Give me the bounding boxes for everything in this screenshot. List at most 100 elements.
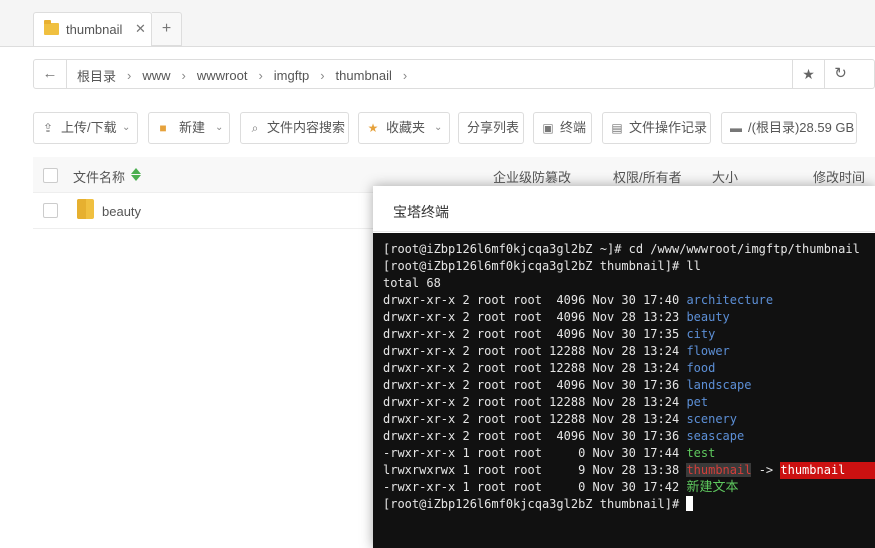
terminal-listing-line: drwxr-xr-x 2 root root 12288 Nov 28 13:2… (383, 411, 875, 428)
terminal-listing-line: drwxr-xr-x 2 root root 12288 Nov 28 13:2… (383, 343, 875, 360)
terminal-listing-line: drwxr-xr-x 2 root root 4096 Nov 30 17:36… (383, 428, 875, 445)
entry-name: thumbnail (686, 463, 752, 477)
terminal-listing-line: drwxr-xr-x 2 root root 12288 Nov 28 13:2… (383, 394, 875, 411)
entry-meta: drwxr-xr-x 2 root root 4096 Nov 30 17:40 (383, 293, 687, 307)
crumb-imgftp[interactable]: imgftp (274, 68, 309, 83)
terminal-dialog: 宝塔终端 [root@iZbp126l6mf0kjcqa3gl2bZ ~]# c… (373, 186, 875, 548)
upload-icon: ⇪ (42, 121, 54, 135)
search-content-label: 文件内容搜索 (267, 120, 346, 135)
header-mtime[interactable]: 修改时间 (813, 167, 865, 186)
row-checkbox[interactable] (43, 203, 58, 218)
terminal-icon: ▣ (542, 121, 554, 135)
crumb-www[interactable]: www (142, 68, 170, 83)
disk-label: /(根目录)28.59 GB (748, 120, 855, 135)
address-bar: ← 根目录 › www › wwwroot › imgftp › thumbna… (33, 59, 875, 89)
select-all-checkbox[interactable] (43, 168, 58, 183)
terminal-listing-line: -rwxr-xr-x 1 root root 0 Nov 30 17:44 te… (383, 445, 875, 462)
terminal-line: total 68 (383, 276, 441, 290)
entry-meta: lrwxrwxrwx 1 root root 9 Nov 28 13:38 (383, 463, 687, 477)
back-button[interactable]: ← (34, 60, 67, 88)
operation-log-label: 文件操作记录 (629, 120, 708, 135)
new-label: 新建 (179, 120, 206, 135)
upload-download-button[interactable]: ⇪ 上传/下载 ⌄ (33, 112, 138, 144)
refresh-icon: ↻ (834, 65, 847, 82)
entry-meta: drwxr-xr-x 2 root root 4096 Nov 30 17:36 (383, 429, 687, 443)
disk-button[interactable]: ▬ /(根目录)28.59 GB (721, 112, 857, 144)
terminal-listing-line: drwxr-xr-x 2 root root 4096 Nov 30 17:35… (383, 326, 875, 343)
entry-meta: drwxr-xr-x 2 root root 12288 Nov 28 13:2… (383, 361, 687, 375)
terminal-line: [root@iZbp126l6mf0kjcqa3gl2bZ ~]# cd /ww… (383, 242, 860, 256)
chevron-right-icon: › (402, 68, 408, 83)
terminal-listing-line: drwxr-xr-x 2 root root 4096 Nov 28 13:23… (383, 309, 875, 326)
terminal-output[interactable]: [root@iZbp126l6mf0kjcqa3gl2bZ ~]# cd /ww… (373, 233, 875, 548)
tab-strip: thumbnail ✕ + (0, 0, 875, 46)
header-size[interactable]: 大小 (712, 167, 738, 186)
disk-icon: ▬ (730, 121, 742, 135)
entry-meta: -rwxr-xr-x 1 root root 0 Nov 30 17:44 (383, 446, 687, 460)
entry-meta: -rwxr-xr-x 1 root root 0 Nov 30 17:42 (383, 480, 687, 494)
entry-name: pet (686, 395, 709, 409)
crumb-wwwroot[interactable]: wwwroot (197, 68, 248, 83)
entry-name: food (686, 361, 716, 375)
entry-meta: drwxr-xr-x 2 root root 4096 Nov 30 17:36 (383, 378, 687, 392)
share-list-label: 分享列表 (467, 120, 520, 135)
link-arrow: -> (751, 463, 781, 477)
terminal-listing-line: drwxr-xr-x 2 root root 4096 Nov 30 17:40… (383, 292, 875, 309)
add-tab-button[interactable]: + (152, 12, 182, 46)
terminal-prompt-line: [root@iZbp126l6mf0kjcqa3gl2bZ thumbnail]… (383, 496, 875, 513)
sort-icon[interactable] (131, 168, 141, 182)
entry-name: test (686, 446, 716, 460)
terminal-cursor (686, 496, 694, 511)
chevron-down-icon: ⌄ (215, 122, 224, 133)
terminal-button[interactable]: ▣ 终端 (533, 112, 592, 144)
tab-title: thumbnail (66, 22, 123, 37)
chevron-right-icon: › (181, 68, 186, 83)
tab-thumbnail[interactable]: thumbnail ✕ (33, 12, 152, 46)
log-icon: ▤ (611, 121, 623, 135)
refresh-button[interactable]: ↻ (824, 60, 856, 88)
terminal-listing-line: drwxr-xr-x 2 root root 12288 Nov 28 13:2… (383, 360, 875, 377)
star-icon: ★ (802, 66, 815, 82)
terminal-prompt: [root@iZbp126l6mf0kjcqa3gl2bZ thumbnail]… (383, 497, 687, 511)
entry-name: 新建文本 (686, 480, 739, 495)
search-content-button[interactable]: ⌕ 文件内容搜索 (240, 112, 349, 144)
header-permission[interactable]: 权限/所有者 (613, 167, 682, 186)
header-protect: 企业级防篡改 (493, 170, 572, 185)
terminal-listing-line: -rwxr-xr-x 1 root root 0 Nov 30 17:42 新建… (383, 479, 875, 496)
chevron-right-icon: › (258, 68, 263, 83)
toolbar: ⇪ 上传/下载 ⌄ ■ 新建 ⌄ ⌕ 文件内容搜索 ★ 收藏夹 ⌄ 分享列表 ▣… (33, 112, 875, 144)
star-icon: ★ (367, 121, 379, 135)
crumb-thumbnail[interactable]: thumbnail (336, 68, 392, 83)
terminal-line: [root@iZbp126l6mf0kjcqa3gl2bZ thumbnail]… (383, 259, 701, 273)
file-name[interactable]: beauty (102, 204, 141, 219)
crumb-root[interactable]: 根目录 (77, 66, 116, 85)
entry-name: city (686, 327, 716, 341)
link-target: thumbnail (780, 462, 875, 479)
entry-meta: drwxr-xr-x 2 root root 12288 Nov 28 13:2… (383, 412, 687, 426)
breadcrumb: 根目录 › www › wwwroot › imgftp › thumbnail… (77, 66, 418, 85)
entry-meta: drwxr-xr-x 2 root root 4096 Nov 28 13:23 (383, 310, 687, 324)
entry-name: architecture (686, 293, 774, 307)
favorite-button[interactable]: ★ (792, 60, 824, 88)
upload-download-label: 上传/下载 (61, 120, 117, 135)
entry-meta: drwxr-xr-x 2 root root 4096 Nov 30 17:35 (383, 327, 687, 341)
entry-name: scenery (686, 412, 738, 426)
terminal-listing-line: drwxr-xr-x 2 root root 4096 Nov 30 17:36… (383, 377, 875, 394)
entry-name: beauty (686, 310, 730, 324)
new-button[interactable]: ■ 新建 ⌄ (148, 112, 230, 144)
folder-icon (44, 20, 59, 35)
header-name[interactable]: 文件名称 (73, 167, 125, 186)
dialog-title: 宝塔终端 (393, 204, 449, 220)
arrow-left-icon: ← (42, 65, 58, 82)
folder-icon (77, 199, 94, 219)
share-list-button[interactable]: 分享列表 (458, 112, 524, 144)
dialog-header[interactable]: 宝塔终端 (373, 186, 875, 232)
entry-meta: drwxr-xr-x 2 root root 12288 Nov 28 13:2… (383, 395, 687, 409)
close-tab-icon[interactable]: ✕ (135, 21, 146, 37)
listing-entries: drwxr-xr-x 2 root root 4096 Nov 30 17:40… (383, 292, 875, 496)
favorites-button[interactable]: ★ 收藏夹 ⌄ (358, 112, 450, 144)
chevron-down-icon: ⌄ (122, 122, 131, 133)
favorites-label: 收藏夹 (386, 120, 426, 135)
operation-log-button[interactable]: ▤ 文件操作记录 (602, 112, 711, 144)
folder-plus-icon: ■ (159, 121, 167, 135)
